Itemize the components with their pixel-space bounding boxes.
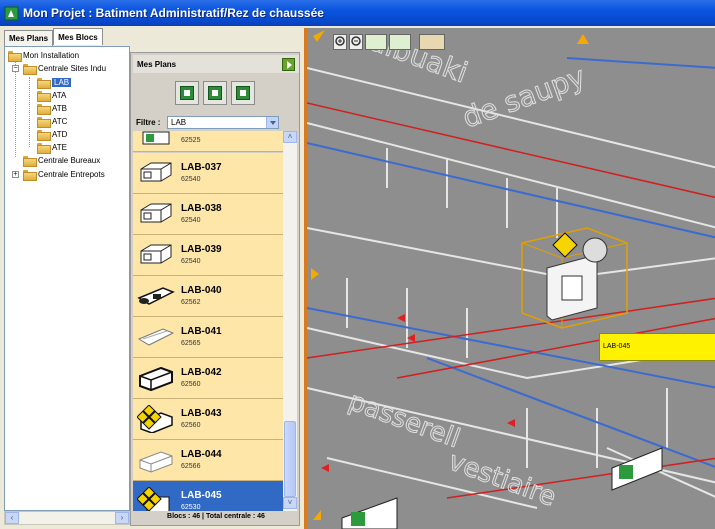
- plans-header: Mes Plans: [133, 55, 299, 73]
- list-item[interactable]: LAB-044 62566: [133, 440, 283, 481]
- block-callout: LAB-045: [599, 333, 715, 361]
- folder-icon: [23, 156, 37, 167]
- chevron-down-icon[interactable]: [266, 116, 278, 128]
- folder-icon: [37, 104, 51, 115]
- delete-block-button[interactable]: [231, 81, 255, 105]
- app-icon: [4, 6, 19, 20]
- project-tree: Mon Installation − Centrale Sites Indu L…: [4, 46, 130, 511]
- block-list-scrollbar[interactable]: ˄ ˅: [283, 131, 297, 511]
- filter-label: Filtre :: [136, 117, 161, 127]
- scroll-left-icon[interactable]: ‹: [5, 512, 19, 524]
- list-item[interactable]: LAB-042 62560: [133, 358, 283, 399]
- block-device-icon: [140, 203, 172, 223]
- list-item[interactable]: 62525: [133, 131, 283, 152]
- block-device-icon: [140, 162, 172, 182]
- add-block-button[interactable]: [175, 81, 199, 105]
- folder-icon: [23, 170, 37, 181]
- list-item-selected[interactable]: LAB-045 62530: [133, 481, 283, 511]
- rotate-view-button[interactable]: [419, 34, 445, 50]
- block-box-icon: [139, 366, 173, 392]
- folder-icon: [37, 91, 51, 102]
- filter-select[interactable]: LAB: [167, 115, 279, 129]
- folder-icon: [37, 130, 51, 141]
- block-tube-icon: [137, 287, 175, 305]
- scroll-thumb[interactable]: [284, 421, 296, 497]
- folder-icon: [37, 117, 51, 128]
- block-tube-icon: [137, 328, 175, 346]
- delete-block-icon: [236, 86, 250, 100]
- folder-icon: [23, 64, 37, 75]
- tree-node-centrale-bureaux[interactable]: Centrale Bureaux: [23, 155, 100, 167]
- filter-value: LAB: [171, 117, 187, 127]
- plans-panel: Mes Plans Filtre : LAB 62525 LAB-037 625…: [130, 52, 300, 526]
- tree-node-ata[interactable]: ATA: [37, 90, 66, 102]
- folder-icon: [8, 51, 22, 62]
- list-item[interactable]: LAB-043 62560: [133, 399, 283, 440]
- blocks-count: Blocs : 46 | Total centrale : 46: [167, 513, 265, 520]
- add-block-icon: [180, 86, 194, 100]
- floor-plan-canvas: ulbuaki de saupy passerell vestiaire: [307, 28, 715, 529]
- folder-icon: [37, 143, 51, 154]
- edit-block-button[interactable]: [203, 81, 227, 105]
- list-item[interactable]: LAB-040 62562: [133, 276, 283, 317]
- list-item[interactable]: LAB-039 62540: [133, 235, 283, 276]
- scroll-down-icon[interactable]: ˅: [283, 497, 297, 509]
- zoom-out-icon: [351, 36, 361, 46]
- warning-sign-icon: [137, 487, 170, 511]
- tree-node-ate[interactable]: ATE: [37, 142, 67, 154]
- zoom-in-button[interactable]: [333, 34, 347, 50]
- scroll-up-icon[interactable]: ˄: [283, 131, 297, 143]
- tab-mes-plans[interactable]: Mes Plans: [4, 30, 54, 46]
- zoom-in-icon: [335, 36, 345, 46]
- app-window: Mon Projet : Batiment Administratif/Rez …: [0, 0, 715, 529]
- scroll-right-icon[interactable]: ›: [115, 512, 129, 524]
- title-bar: Mon Projet : Batiment Administratif/Rez …: [0, 0, 715, 26]
- window-title: Mon Projet : Batiment Administratif/Rez …: [23, 6, 324, 20]
- collapse-icon[interactable]: −: [12, 65, 19, 72]
- tree-node-atb[interactable]: ATB: [37, 103, 67, 115]
- tree-horizontal-scrollbar[interactable]: ‹ ›: [4, 511, 130, 525]
- tree-node-root[interactable]: Mon Installation: [8, 50, 79, 62]
- filter-row: Filtre : LAB: [133, 115, 279, 129]
- tree-node-atc[interactable]: ATC: [37, 116, 67, 128]
- tree-node-centrale-entrepots[interactable]: Centrale Entrepots: [23, 169, 105, 181]
- tab-mes-blocs[interactable]: Mes Blocs: [53, 28, 103, 45]
- block-device-icon: [140, 244, 172, 264]
- edit-block-icon: [208, 86, 222, 100]
- fit-view-button[interactable]: [365, 34, 387, 50]
- tab-strip: Mes Plans Mes Blocs: [4, 28, 103, 46]
- tree-node-lab[interactable]: LAB: [37, 77, 72, 89]
- block-list: 62525 LAB-037 62540 LAB-038 62540 LAB-03…: [133, 131, 283, 511]
- fit-selection-button[interactable]: [389, 34, 411, 50]
- 3d-plan-view[interactable]: ulbuaki de saupy passerell vestiaire LAB…: [304, 28, 715, 529]
- exit-sign-icon: [142, 131, 170, 145]
- plans-header-label: Mes Plans: [137, 60, 177, 69]
- warning-sign-icon: [137, 405, 173, 433]
- list-item[interactable]: LAB-038 62540: [133, 194, 283, 235]
- tree-node-centrale-sites[interactable]: Centrale Sites Indu: [23, 63, 106, 75]
- expand-icon[interactable]: +: [12, 171, 19, 178]
- list-item[interactable]: LAB-041 62565: [133, 317, 283, 358]
- play-arrow-icon[interactable]: [282, 58, 295, 71]
- list-item[interactable]: LAB-037 62540: [133, 153, 283, 194]
- folder-icon: [37, 78, 51, 89]
- zoom-out-button[interactable]: [349, 34, 363, 50]
- tree-node-atd[interactable]: ATD: [37, 129, 67, 141]
- block-box-icon: [139, 451, 173, 473]
